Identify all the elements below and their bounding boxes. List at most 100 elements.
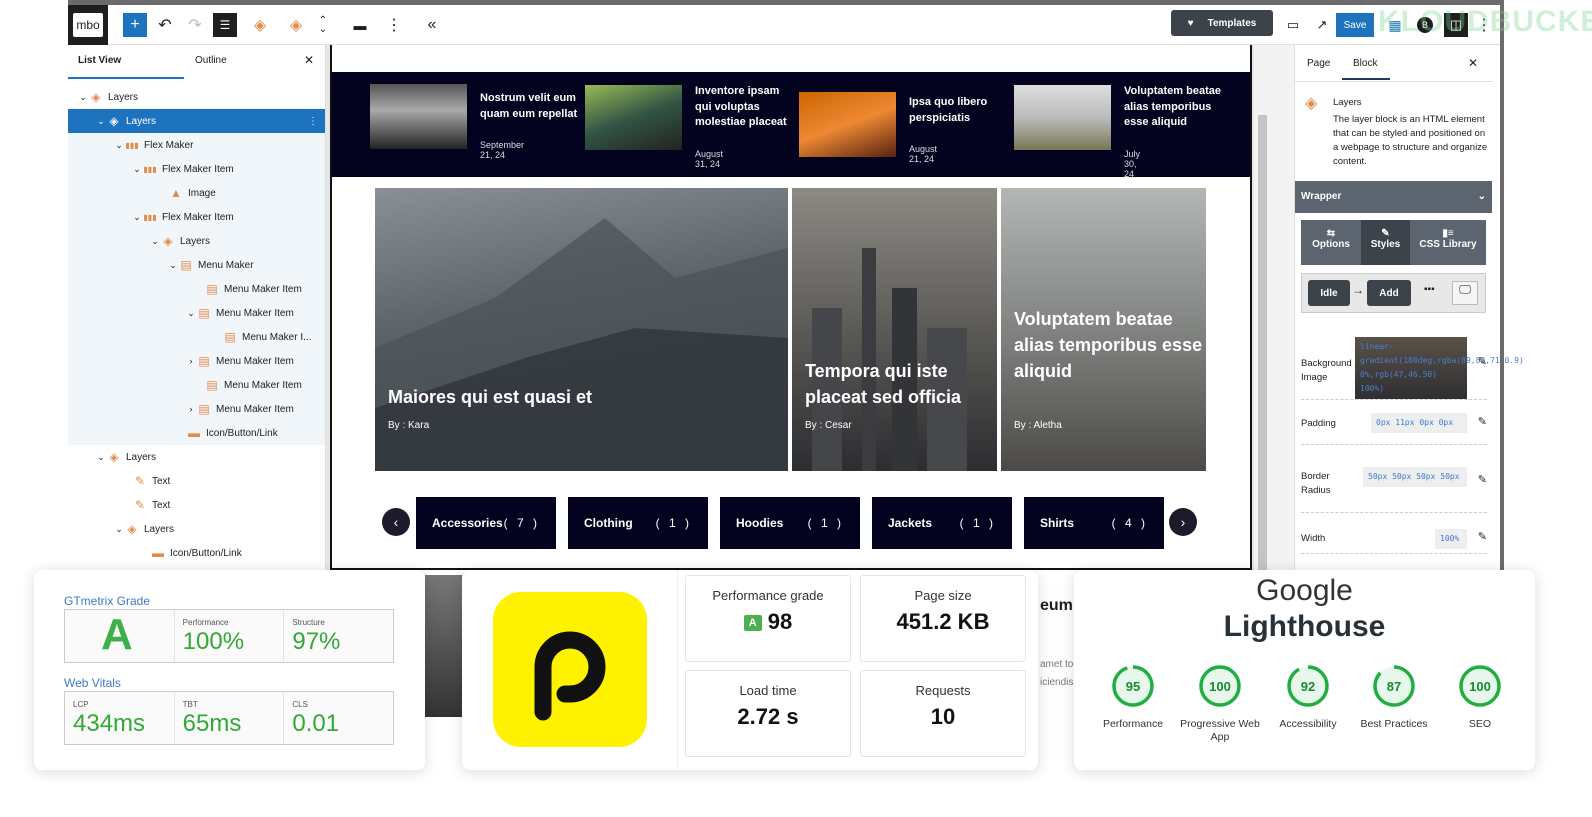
redo-button[interactable]: ↷ [184, 13, 206, 37]
hero-card[interactable]: Tempora qui iste placeat sed officia By … [792, 188, 997, 471]
property-value[interactable]: linear-gradient(180deg,rgba(89,82,71,0.9… [1355, 337, 1524, 399]
category-pill[interactable]: Jackets ( 1 ) [872, 497, 1012, 549]
lighthouse-title-google: Google [1256, 574, 1353, 607]
post-image [425, 575, 465, 717]
tab-block[interactable]: Block [1353, 58, 1377, 69]
post-thumbnail [585, 85, 682, 150]
tree-item[interactable]: ▬ Icon/Button/Link [68, 541, 325, 565]
chevron-down-icon[interactable]: ⌄ [132, 164, 142, 175]
tree-item[interactable]: ⌄ ▮▮▮ Flex Maker Item [68, 205, 325, 229]
tab-list-view[interactable]: List View [78, 55, 121, 66]
chevron-down-icon[interactable]: ⌄ [96, 452, 106, 463]
chevron-down-icon[interactable]: ⌄ [150, 236, 160, 247]
lighthouse-score: 92 Accessibility [1263, 662, 1353, 731]
layers-parent-icon[interactable]: ◈ [285, 13, 307, 37]
edit-pencil-icon[interactable]: ✎ [1478, 355, 1487, 368]
more-icon[interactable]: ▪▪▪ [1424, 284, 1435, 295]
edit-pencil-icon[interactable]: ✎ [1478, 530, 1487, 543]
chevron-right-icon[interactable]: › [186, 356, 196, 366]
category-pill[interactable]: Hoodies ( 1 ) [720, 497, 860, 549]
site-logo[interactable]: mbo [68, 5, 108, 45]
tree-item[interactable]: ⌄ ▮▮▮ Flex Maker Item [68, 157, 325, 181]
close-panel-button[interactable]: ✕ [304, 53, 314, 67]
external-link-icon[interactable]: ↗ [1313, 13, 1331, 37]
category-pill[interactable]: Shirts ( 4 ) [1024, 497, 1164, 549]
score-value: 100 [1209, 679, 1231, 694]
tree-item[interactable]: ▤ Menu Maker Item [68, 373, 325, 397]
chevron-right-icon[interactable]: › [186, 404, 196, 414]
list-view-toggle[interactable]: ☰ [213, 13, 237, 37]
top-toolbar: mbo + ↶ ↷ ☰ ◈ ◈ ⌃ ⌄ ▬ ⋮ « ♥ Templates ▭ ↗ … [68, 5, 1592, 45]
tree-item[interactable]: ⌄ ◈ Layers ⋮ [68, 109, 325, 133]
menu-icon: ▤ [198, 402, 210, 416]
tree-item-label: Text [152, 499, 171, 511]
tree-item[interactable]: ⌄ ◈ Layers [68, 445, 325, 469]
categories-prev-button[interactable]: ‹ [382, 508, 410, 536]
category-pill[interactable]: Accessories( 7 ) [416, 497, 556, 549]
chevron-down-icon[interactable]: ⌄ [186, 308, 196, 319]
tree-item[interactable]: ⌄ ▤ Menu Maker [68, 253, 325, 277]
tree-item[interactable]: › ▤ Menu Maker Item [68, 397, 325, 421]
canvas-scrollbar[interactable] [1254, 45, 1294, 570]
categories-next-button[interactable]: › [1169, 508, 1197, 536]
chevron-down-icon[interactable]: ⌄ [132, 212, 142, 223]
hero-author: By : Kara [388, 420, 430, 431]
idle-state-button[interactable]: Idle [1308, 280, 1350, 306]
chevron-down-icon[interactable]: ⌄ [114, 140, 124, 151]
tree-item[interactable]: › ▤ Menu Maker Item [68, 349, 325, 373]
add-state-button[interactable]: Add [1367, 280, 1411, 306]
property-value[interactable]: 0px 11px 0px 0px [1371, 413, 1467, 433]
device-preview-icon[interactable]: ▭ [1284, 13, 1302, 37]
tab-css-library[interactable]: ▮≡ CSS Library [1410, 220, 1486, 265]
tab-page[interactable]: Page [1307, 58, 1330, 69]
save-button[interactable]: Save [1336, 13, 1374, 37]
scrollbar-thumb[interactable] [1258, 115, 1267, 570]
hero-card[interactable]: Maiores qui est quasi et By : Kara [375, 188, 788, 471]
tree-item[interactable]: ▲ Image [68, 181, 325, 205]
performance-label: Performance [182, 618, 229, 627]
tab-styles[interactable]: ✎ Styles [1361, 220, 1410, 265]
property-value[interactable]: 100% [1435, 529, 1467, 549]
grade-badge: A [743, 615, 762, 632]
edit-pencil-icon[interactable]: ✎ [1478, 473, 1487, 486]
close-settings-button[interactable]: ✕ [1468, 56, 1478, 70]
tree-item[interactable]: ✎ Text [68, 469, 325, 493]
structure-value: 97% [292, 628, 341, 655]
layers-icon[interactable]: ◈ [249, 13, 271, 37]
align-icon[interactable]: ▬ [350, 13, 370, 37]
score-gauge: 95 [1112, 665, 1154, 707]
chevron-down-icon[interactable]: ⌄ [168, 260, 178, 271]
tree-item[interactable]: ▬ Icon/Button/Link [68, 421, 325, 445]
tree-item[interactable]: ▤ Menu Maker Item [68, 277, 325, 301]
property-value[interactable]: 50px 50px 50px 50px [1363, 467, 1467, 487]
chevron-down-icon[interactable]: ⌄ [78, 92, 88, 103]
chevron-down-icon[interactable]: ⌄ [96, 116, 106, 127]
item-options-icon[interactable]: ⋮ [308, 116, 318, 127]
performance-value: 100% [182, 628, 245, 655]
tree-item[interactable]: ⌄ ▮▮▮ Flex Maker [68, 133, 325, 157]
undo-button[interactable]: ↶ [154, 13, 176, 37]
more-options-button[interactable]: ⋮ [386, 13, 402, 37]
collapse-sidebar-icon[interactable]: « [422, 13, 442, 37]
tree-item[interactable]: ⌄ ◈ Layers [68, 85, 325, 109]
category-count: ( 1 ) [655, 516, 692, 530]
post-title: Inventore ipsam qui voluptas molestiae p… [695, 85, 787, 128]
category-pill[interactable]: Clothing ( 1 ) [568, 497, 708, 549]
desktop-device-icon[interactable]: 🖵 [1452, 281, 1478, 305]
hero-title: Maiores qui est quasi et [388, 387, 593, 407]
templates-button[interactable]: ♥ Templates [1171, 10, 1273, 36]
add-block-button[interactable]: + [123, 13, 147, 37]
wrapper-section-toggle[interactable]: Wrapper ⌄ [1295, 181, 1492, 213]
tree-item[interactable]: ⌄ ▤ Menu Maker Item [68, 301, 325, 325]
tab-outline[interactable]: Outline [195, 55, 227, 66]
tree-item[interactable]: ▤ Menu Maker I... [68, 325, 325, 349]
tree-item[interactable]: ✎ Text [68, 493, 325, 517]
vitals-box: LCP 434ms TBT 65ms CLS 0.01 [64, 691, 394, 745]
move-up-down-icon[interactable]: ⌃ ⌄ [316, 13, 330, 37]
hero-card[interactable]: Voluptatem beatae alias temporibus esse … [1001, 188, 1206, 471]
edit-pencil-icon[interactable]: ✎ [1478, 415, 1487, 428]
chevron-down-icon[interactable]: ⌄ [114, 524, 124, 535]
tree-item[interactable]: ⌄ ◈ Layers [68, 229, 325, 253]
tree-item[interactable]: ⌄ ◈ Layers [68, 517, 325, 541]
tab-options[interactable]: ⇆ Options [1301, 220, 1361, 265]
